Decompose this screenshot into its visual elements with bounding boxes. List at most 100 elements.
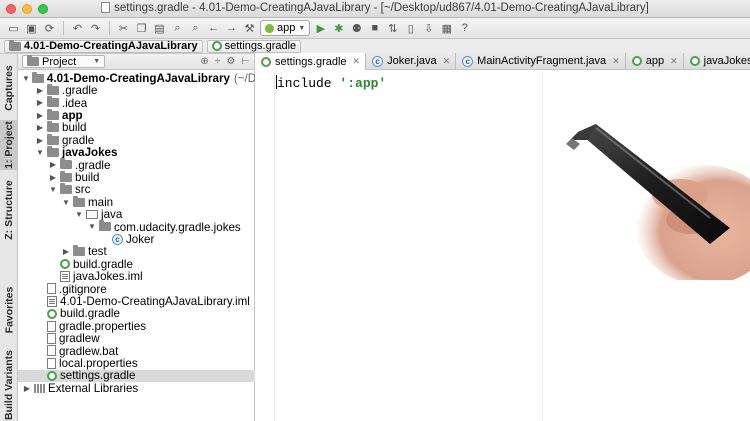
close-tab-icon[interactable]: ✕ — [353, 56, 361, 67]
tree-item[interactable]: 4.01-Demo-CreatingAJavaLibrary.iml — [18, 295, 255, 308]
collapsed-arrow-icon[interactable]: ▶ — [35, 123, 45, 132]
tool-tab-structure[interactable]: Z: Structure — [0, 178, 18, 242]
tree-item[interactable]: ▶ app — [18, 108, 255, 122]
redo-icon[interactable]: ↷ — [88, 21, 103, 36]
find-icon[interactable]: ⌕ — [170, 21, 185, 36]
scroll-from-source-icon[interactable]: ⊕ — [200, 56, 208, 67]
run-icon[interactable]: ▶ — [313, 21, 328, 36]
collapsed-arrow-icon[interactable]: ▶ — [35, 136, 45, 145]
copy-icon[interactable]: ❐ — [134, 21, 149, 36]
tree-item[interactable]: .gitignore — [18, 283, 255, 296]
tree-item[interactable]: ▼ src — [18, 183, 255, 196]
stop-icon[interactable]: ■ — [367, 21, 382, 36]
close-tab-icon[interactable]: ✕ — [443, 56, 451, 67]
sync-gradle-icon[interactable]: ⇅ — [385, 21, 400, 36]
tree-item[interactable]: gradlew — [18, 332, 255, 345]
cut-icon[interactable]: ✂ — [116, 21, 131, 36]
breadcrumb-project[interactable]: 4.01-Demo-CreatingAJavaLibrary — [4, 39, 203, 53]
toolbar-separator — [63, 21, 64, 35]
collapsed-arrow-icon[interactable]: ▶ — [35, 86, 45, 95]
tree-item[interactable]: build.gradle — [18, 307, 255, 320]
tree-item-label: local.properties — [59, 356, 138, 370]
tree-item[interactable]: ▼ com.udacity.gradle.jokes — [18, 220, 255, 234]
collapse-all-icon[interactable]: ÷ — [215, 56, 221, 67]
folder-icon — [99, 220, 111, 232]
close-tab-icon[interactable]: ✕ — [612, 56, 620, 67]
hide-panel-icon[interactable]: ⊢ — [241, 56, 250, 67]
collapsed-arrow-icon[interactable]: ▶ — [22, 384, 32, 393]
open-folder-icon[interactable]: ▭ — [6, 21, 21, 36]
avd-manager-icon[interactable]: ▯ — [403, 21, 418, 36]
editor-tab-label: Joker.java — [387, 55, 437, 67]
editor-tab[interactable]: c Joker.java ✕ — [366, 53, 457, 69]
code-line[interactable]: include ':app' — [276, 75, 386, 91]
sync-icon[interactable]: ⟳ — [42, 21, 57, 36]
make-icon[interactable]: ⚒ — [242, 21, 257, 36]
project-view-select[interactable]: Project ▼ — [22, 55, 106, 68]
tree-item[interactable]: build.gradle — [18, 258, 255, 271]
tree-item[interactable]: ▼ main — [18, 195, 255, 209]
replace-icon[interactable]: ⌕ — [188, 21, 203, 36]
back-icon[interactable]: ← — [206, 21, 221, 36]
breadcrumb-file[interactable]: settings.gradle — [206, 39, 302, 53]
close-tab-icon[interactable]: ✕ — [670, 56, 678, 67]
tree-item[interactable]: settings.gradle — [18, 369, 255, 382]
sdk-manager-icon[interactable]: ⇩ — [421, 21, 436, 36]
collapsed-arrow-icon[interactable]: ▶ — [48, 173, 58, 182]
project-panel-header: Project ▼ ⊕ ÷ ⚙ ⊢ — [18, 54, 254, 70]
tree-item[interactable]: ▶ .idea — [18, 96, 255, 110]
expanded-arrow-icon[interactable]: ▼ — [22, 74, 30, 83]
tree-item[interactable]: ▶ build — [18, 170, 255, 184]
monitor-icon[interactable]: ▦ — [439, 21, 454, 36]
attach-debugger-icon[interactable]: ⚉ — [349, 21, 364, 36]
save-icon[interactable]: ▣ — [24, 21, 39, 36]
expanded-arrow-icon[interactable]: ▼ — [61, 198, 71, 207]
tool-tab-favorites[interactable]: Favorites — [0, 278, 18, 342]
tree-item[interactable]: ▶ .gradle — [18, 84, 255, 97]
tree-item[interactable]: ▼ javaJokes — [18, 146, 255, 159]
paste-icon[interactable]: ▤ — [152, 21, 167, 36]
file-icon — [47, 357, 56, 369]
tree-item[interactable]: ▶ External Libraries — [18, 382, 255, 395]
expanded-arrow-icon[interactable]: ▼ — [48, 185, 58, 194]
module-file-icon — [60, 271, 70, 283]
tree-item[interactable]: ▼ 4.01-Demo-CreatingAJavaLibrary (~/De — [18, 71, 263, 85]
code-editor[interactable]: include ':app' — [255, 71, 750, 421]
tree-item[interactable]: ▶ .gradle — [18, 158, 255, 172]
tool-tab-build-variants[interactable]: Build Variants — [0, 350, 18, 420]
run-configuration-select[interactable]: app ▼ — [260, 20, 311, 36]
folder-icon — [47, 146, 59, 158]
editor-tab[interactable]: settings.gradle ✕ — [255, 53, 367, 70]
collapsed-arrow-icon[interactable]: ▶ — [35, 111, 45, 120]
expanded-arrow-icon[interactable]: ▼ — [35, 148, 45, 157]
editor-tab-label: app — [645, 55, 665, 67]
editor-tab[interactable]: c MainActivityFragment.java ✕ — [456, 53, 626, 69]
tree-item-label: build — [62, 121, 87, 135]
tree-item[interactable]: gradlew.bat — [18, 345, 255, 358]
tree-item[interactable]: ▶ gradle — [18, 133, 255, 147]
tool-tab-captures[interactable]: Captures — [0, 56, 18, 120]
tree-item[interactable]: ▶ build — [18, 121, 255, 135]
tree-item[interactable]: c Joker — [18, 233, 255, 246]
navigation-breadcrumb: 4.01-Demo-CreatingAJavaLibrary settings.… — [0, 39, 750, 54]
settings-gear-icon[interactable]: ⚙ — [226, 56, 235, 67]
undo-icon[interactable]: ↶ — [70, 21, 85, 36]
expanded-arrow-icon[interactable]: ▼ — [87, 222, 97, 231]
tool-tab-project[interactable]: 1: Project — [0, 120, 18, 170]
editor-tab[interactable]: app ✕ — [625, 53, 684, 69]
tree-item[interactable]: ▼ java — [18, 208, 255, 221]
tree-item[interactable]: gradle.properties — [18, 320, 255, 333]
collapsed-arrow-icon[interactable]: ▶ — [35, 98, 45, 107]
folder-icon — [27, 55, 39, 66]
debug-icon[interactable]: ✱ — [331, 21, 346, 36]
editor-tab[interactable]: javaJokes✕ — [683, 53, 750, 69]
tree-item[interactable]: local.properties — [18, 356, 255, 370]
tree-item[interactable]: ▶ test — [18, 245, 255, 258]
expanded-arrow-icon[interactable]: ▼ — [74, 210, 84, 219]
folder-icon — [47, 84, 59, 96]
tree-item[interactable]: javaJokes.iml — [18, 270, 255, 283]
forward-icon[interactable]: → — [224, 21, 239, 36]
help-icon[interactable]: ? — [457, 21, 472, 36]
collapsed-arrow-icon[interactable]: ▶ — [48, 160, 58, 169]
collapsed-arrow-icon[interactable]: ▶ — [61, 247, 71, 256]
